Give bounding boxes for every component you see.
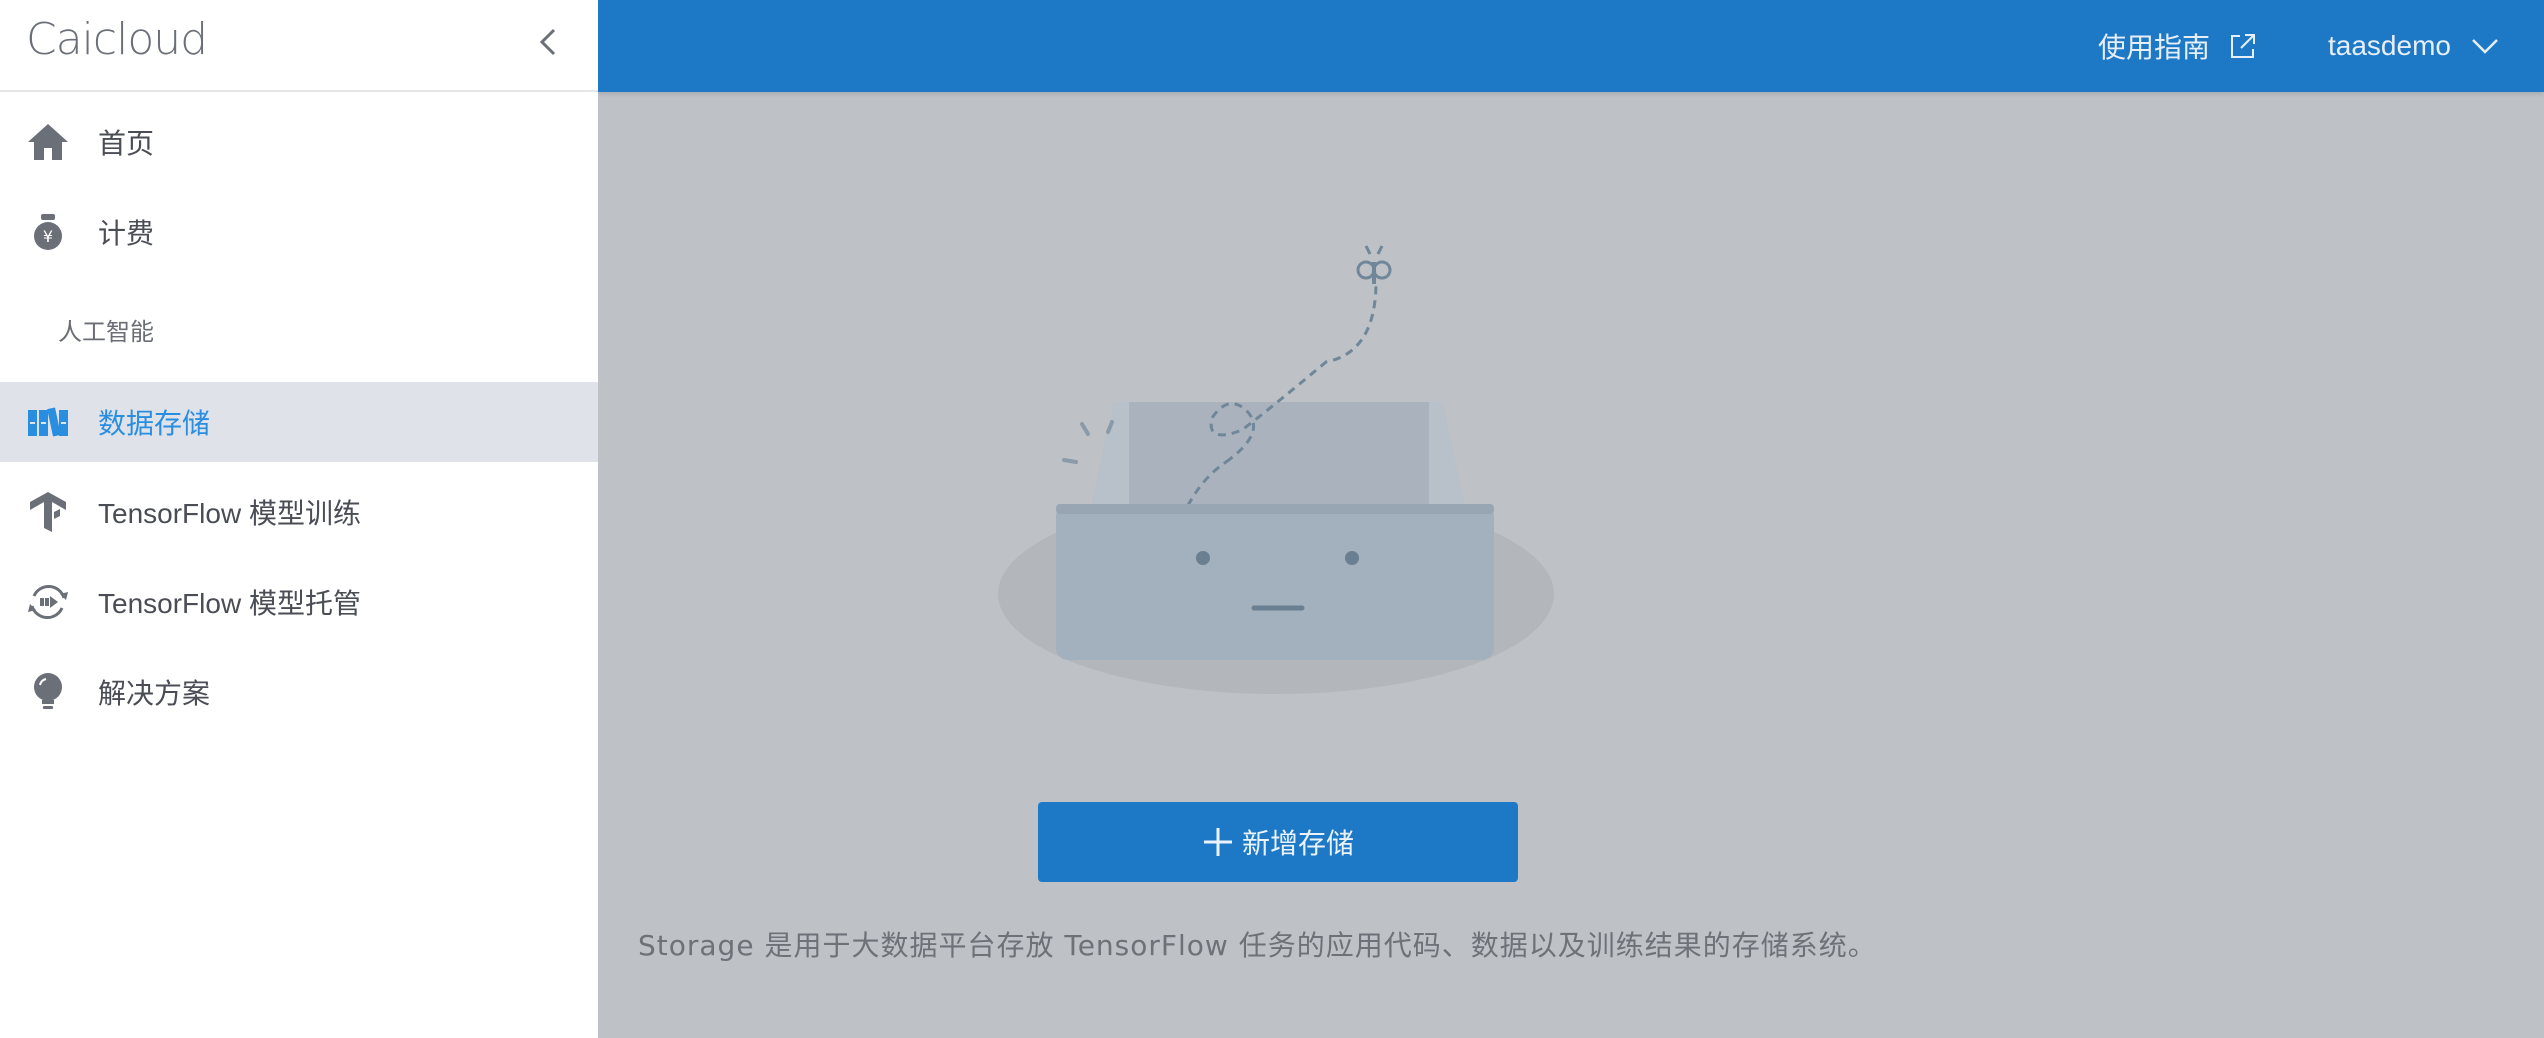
lightbulb-icon: [34, 673, 62, 709]
sidebar-item-solutions[interactable]: 解决方案: [0, 652, 598, 732]
sidebar-item-home[interactable]: 首页: [0, 102, 598, 182]
money-bag-icon: ¥: [34, 214, 62, 250]
storage-icon: [28, 407, 68, 437]
sidebar-item-billing[interactable]: ¥ 计费: [0, 192, 598, 272]
sidebar-item-storage[interactable]: 数据存储: [0, 382, 598, 462]
logo: Caicloud: [26, 14, 208, 65]
user-guide-link[interactable]: 使用指南: [2098, 24, 2258, 68]
empty-box-illustration: [998, 245, 1554, 694]
tensorflow-icon: [30, 492, 66, 532]
user-guide-label: 使用指南: [2098, 32, 2211, 63]
section-label: 人工智能: [58, 319, 154, 346]
sidebar-item-label: 数据存储: [98, 408, 211, 439]
sidebar-item-label: 解决方案: [98, 678, 211, 709]
sidebar-item-tf-hosting[interactable]: TensorFlow 模型托管: [0, 562, 598, 642]
user-menu[interactable]: taasdemo: [2328, 24, 2501, 68]
svg-text:¥: ¥: [43, 227, 53, 246]
sidebar: Caicloud 首页 ¥ 计费 人工智能 数据存储 TensorFlow 模型…: [0, 0, 598, 1038]
top-bar: 使用指南 taasdemo: [598, 0, 2544, 92]
sidebar-item-label: 计费: [98, 218, 155, 249]
storage-description: Storage 是用于大数据平台存放 TensorFlow 任务的应用代码、数据…: [638, 929, 1877, 962]
external-link-icon: [2231, 34, 2256, 58]
sidebar-header: Caicloud: [0, 0, 598, 92]
sidebar-item-label: TensorFlow 模型托管: [98, 588, 361, 619]
add-storage-label: 新增存储: [1241, 828, 1354, 859]
plus-icon: [1203, 828, 1232, 856]
main-content: 新增存储 Storage 是用于大数据平台存放 TensorFlow 任务的应用…: [598, 92, 2544, 1038]
chevron-down-icon: [2472, 39, 2498, 54]
home-icon: [28, 124, 68, 160]
username: taasdemo: [2328, 30, 2451, 61]
chevron-left-icon[interactable]: [528, 22, 568, 62]
add-storage-button[interactable]: 新增存储: [1038, 802, 1518, 882]
sidebar-item-label: TensorFlow 模型训练: [98, 498, 361, 529]
model-hosting-icon: [28, 585, 68, 619]
sidebar-item-label: 首页: [98, 128, 155, 159]
sidebar-item-tf-training[interactable]: TensorFlow 模型训练: [0, 472, 598, 552]
